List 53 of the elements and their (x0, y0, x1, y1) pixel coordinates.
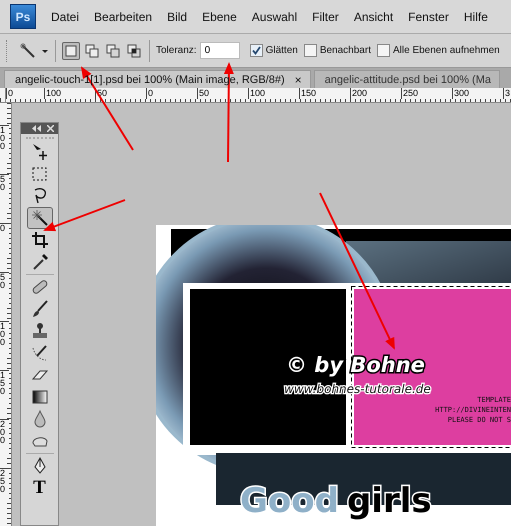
magic-wand-icon (30, 208, 50, 228)
checkbox-label: Alle Ebenen aufnehmen (392, 45, 500, 56)
menu-item[interactable]: Filter (312, 10, 339, 24)
collapse-icon[interactable] (32, 125, 41, 132)
selection-mode-icon (64, 44, 78, 58)
close-tab-button[interactable]: × (294, 72, 302, 86)
checkbox[interactable] (304, 44, 317, 57)
tool-preset-picker[interactable] (19, 42, 49, 58)
brush-icon (30, 343, 50, 363)
crop-icon (30, 230, 50, 250)
ruler-number: 150 (0, 370, 9, 405)
ruler-number: 100 (248, 88, 299, 99)
menu-item[interactable]: Ebene (202, 10, 237, 24)
ruler-number: 50 (0, 174, 9, 209)
ruler-number: 0 (6, 88, 44, 99)
menu-item[interactable]: Hilfe (464, 10, 488, 24)
checkmark-icon (250, 45, 262, 56)
selection-mode-button[interactable] (83, 42, 101, 60)
selection-mode-icon (106, 44, 120, 58)
ruler-number: 250 (401, 88, 452, 99)
ruler-number: 300 (452, 88, 503, 99)
ruler-number: 100 (0, 321, 9, 356)
ruler-number: 3 (503, 88, 511, 99)
app-logo: Ps (10, 4, 36, 29)
menu-item[interactable]: Fenster (408, 10, 449, 24)
ruler-number: 200 (350, 88, 401, 99)
ruler-number: 50 (0, 272, 9, 307)
type-tool-button[interactable]: T (26, 477, 52, 499)
menu-item[interactable]: Bearbeiten (94, 10, 152, 24)
menu-item[interactable]: Datei (51, 10, 80, 24)
menu-item[interactable]: Bild (167, 10, 188, 24)
checkbox[interactable] (250, 44, 263, 57)
selection-mode-button[interactable] (104, 42, 122, 60)
document-tab[interactable]: angelic-attitude.psd bei 100% (Ma (314, 70, 500, 88)
ruler-number: 50 (197, 88, 248, 99)
magic-wand-icon (19, 42, 49, 58)
tab-title: angelic-attitude.psd bei 100% (Ma (324, 74, 491, 86)
ruler-number: 0 (146, 88, 197, 99)
tolerance-label: Toleranz: (156, 45, 197, 56)
selection-mode-icon (85, 44, 99, 58)
menu-item[interactable]: Ansicht (354, 10, 394, 24)
menu-item[interactable]: Auswahl (252, 10, 298, 24)
checkbox[interactable] (376, 44, 390, 57)
ruler-number: 200 (0, 419, 9, 454)
checkbox-label: Benachbart (320, 45, 371, 56)
tolerance-field[interactable]: 0 (200, 42, 240, 59)
selection-mode-icon (127, 44, 141, 58)
selection-mode-button[interactable] (62, 42, 80, 60)
magic-wand-tool-button[interactable] (26, 207, 52, 229)
checkbox-label: Glätten (266, 45, 298, 56)
close-icon[interactable] (47, 125, 54, 132)
ruler-number: 100 (0, 125, 9, 160)
selection-mode-button[interactable] (125, 42, 143, 60)
